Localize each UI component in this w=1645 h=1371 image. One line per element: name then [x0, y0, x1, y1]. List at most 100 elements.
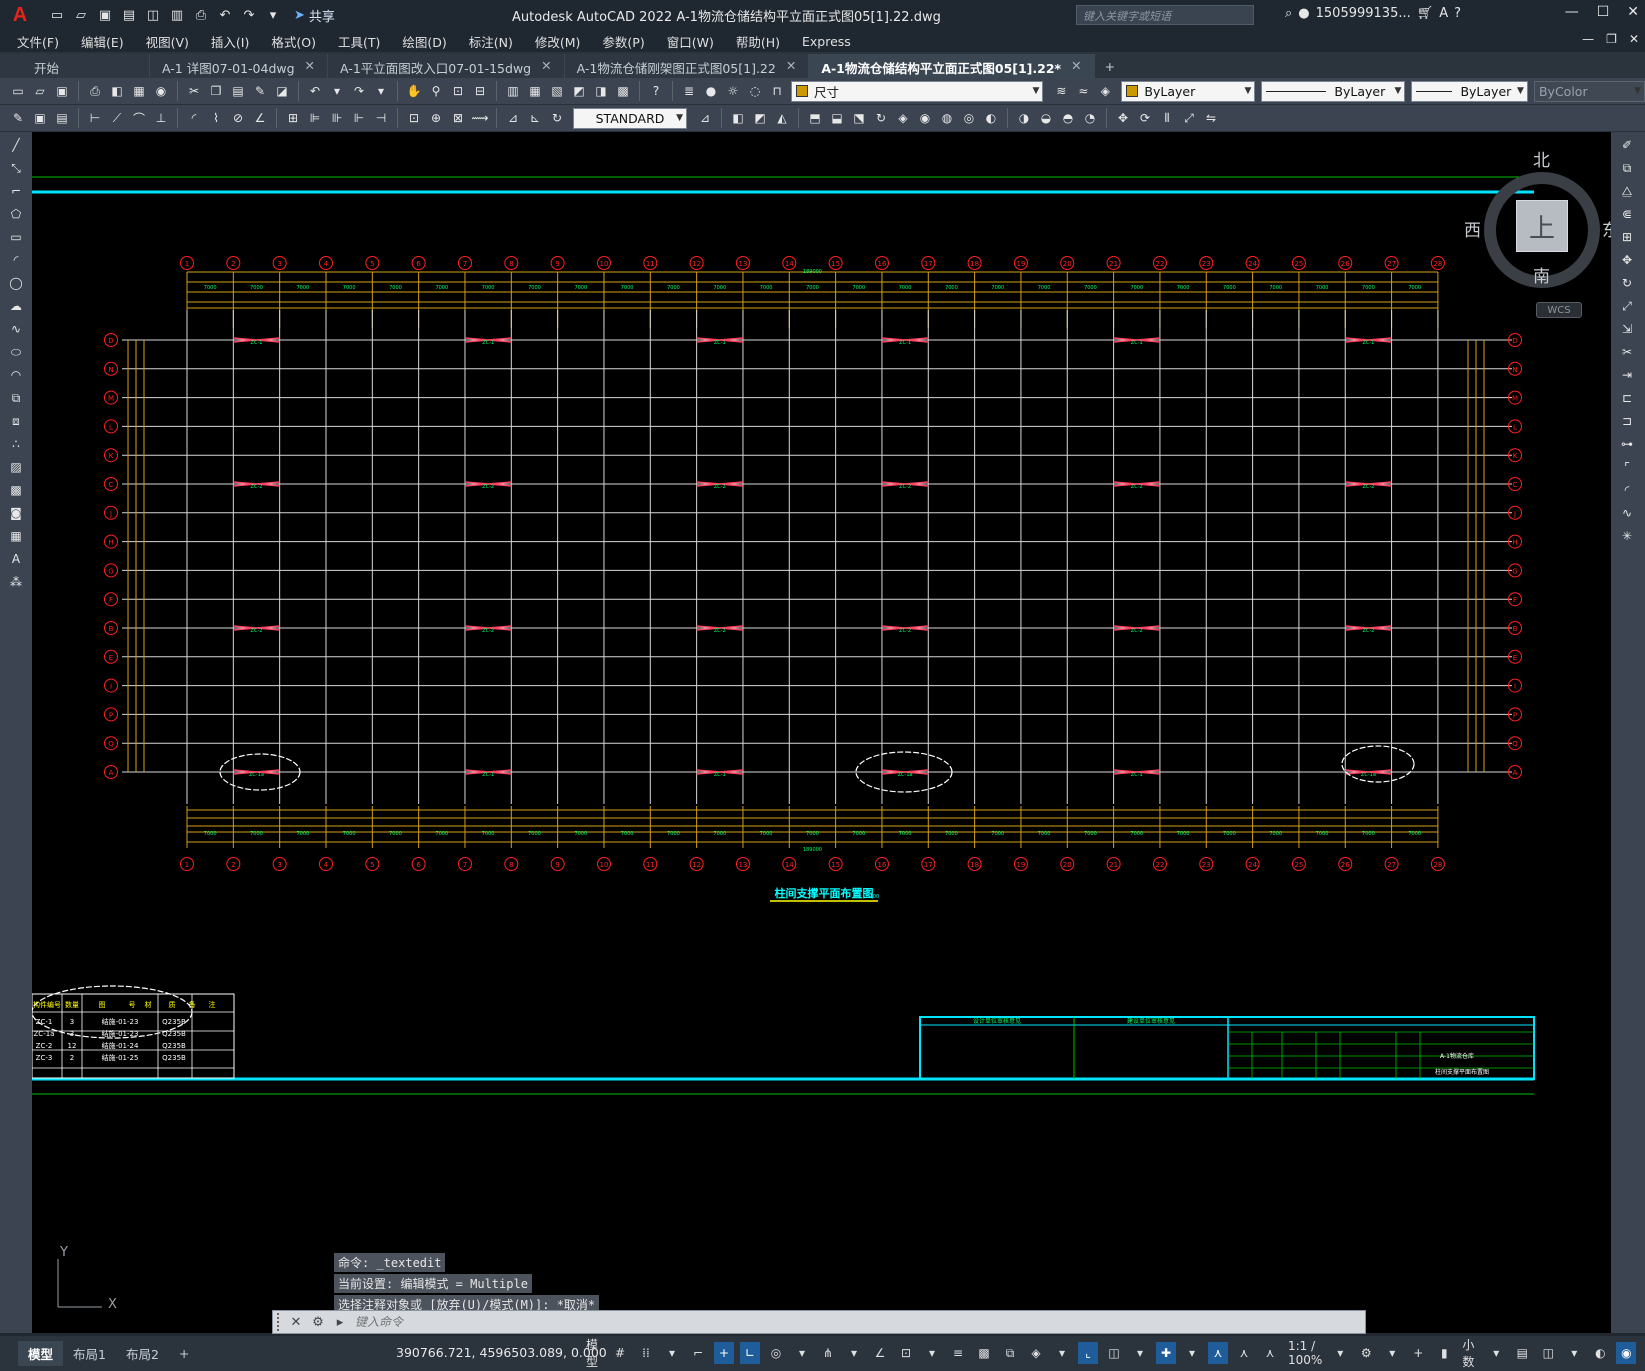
layer-match-icon[interactable]: ▤: [52, 108, 72, 128]
continue-icon[interactable]: ⊪: [327, 108, 347, 128]
multiline-text-icon[interactable]: A: [6, 549, 26, 569]
copy-object-icon[interactable]: ⧉: [1617, 158, 1637, 178]
hardware-acceleration-icon[interactable]: ◉: [1616, 1342, 1637, 1364]
layout-tab-2[interactable]: 布局2: [116, 1341, 169, 1366]
wcs-menu[interactable]: WCS: [1536, 302, 1582, 318]
subtract-icon[interactable]: ◍: [937, 108, 957, 128]
3d-osnap-dropdown-icon[interactable]: ▾: [1052, 1342, 1072, 1364]
units-value[interactable]: 小数: [1460, 1338, 1480, 1369]
redo-icon[interactable]: ↷: [240, 6, 258, 24]
isolate-objects-icon[interactable]: ◐: [1590, 1342, 1610, 1364]
new-icon[interactable]: ▭: [48, 6, 66, 24]
save-icon[interactable]: ▣: [96, 6, 114, 24]
object-snap-icon[interactable]: ⊡: [896, 1342, 916, 1364]
filter-dropdown-icon[interactable]: ▾: [1130, 1342, 1150, 1364]
break-icon[interactable]: ⊣: [371, 108, 391, 128]
layer-unlock-icon[interactable]: ⊓: [767, 81, 787, 101]
cart-icon[interactable]: 🛒︎: [1417, 6, 1434, 21]
jogged-icon[interactable]: ⌇: [206, 108, 226, 128]
coordinate-readout[interactable]: 390766.721, 4596503.089, 0.000: [396, 1345, 607, 1360]
quick-properties-icon[interactable]: ▤: [1512, 1342, 1532, 1364]
edit-icon[interactable]: ✎: [8, 108, 28, 128]
help-icon[interactable]: ?: [1454, 6, 1461, 21]
units-icon[interactable]: ▮: [1434, 1342, 1454, 1364]
dimension-edit-icon[interactable]: ⊿: [503, 108, 523, 128]
break-at-point-icon[interactable]: ⊏: [1617, 388, 1637, 408]
arc-length-icon[interactable]: ⌒: [129, 108, 149, 128]
zoom-window-icon[interactable]: ⊡: [448, 81, 468, 101]
ortho-icon[interactable]: ∟: [740, 1342, 760, 1364]
layer-dropdown[interactable]: 尺寸 ▼: [791, 80, 1044, 102]
doc-close-icon[interactable]: ✕: [1629, 32, 1639, 46]
compass-north[interactable]: 北: [1533, 146, 1550, 171]
array-icon[interactable]: ⊞: [1617, 227, 1637, 247]
web-mobile-icon[interactable]: ◫: [144, 6, 162, 24]
mirror-icon[interactable]: ⧋: [1617, 181, 1637, 201]
open-icon[interactable]: ▱: [72, 6, 90, 24]
polar-tracking-icon[interactable]: ◎: [766, 1342, 786, 1364]
zoom-previous-icon[interactable]: ⊟: [470, 81, 490, 101]
menu-file[interactable]: 文件(F): [6, 32, 70, 51]
zoom-realtime-icon[interactable]: ⚲: [426, 81, 446, 101]
quick-dimension-icon[interactable]: ⊞: [283, 108, 303, 128]
properties-icon[interactable]: ▥: [503, 81, 523, 101]
hatch-icon[interactable]: ▨: [6, 457, 26, 477]
add-layout-button[interactable]: +: [169, 1343, 199, 1364]
menu-modify[interactable]: 修改(M): [524, 32, 592, 51]
help-icon[interactable]: ?: [646, 81, 666, 101]
offset-icon[interactable]: ⋐: [1617, 204, 1637, 224]
menu-insert[interactable]: 插入(I): [200, 32, 260, 51]
loft-icon[interactable]: ◈: [893, 108, 913, 128]
undo-icon[interactable]: ↶: [305, 81, 325, 101]
ellipse-arc-icon[interactable]: ◠: [6, 365, 26, 385]
spline-icon[interactable]: ∿: [6, 319, 26, 339]
center-mark-icon[interactable]: ⊕: [426, 108, 446, 128]
dimension-text-edit-icon[interactable]: ⊾: [525, 108, 545, 128]
linear-dimension-icon[interactable]: ⊢: [85, 108, 105, 128]
layer-on-icon[interactable]: ●: [701, 81, 721, 101]
sweep-icon[interactable]: ⬔: [849, 108, 869, 128]
close-command-icon[interactable]: ✕: [285, 1315, 307, 1330]
plot-icon[interactable]: ⎙: [85, 81, 105, 101]
rectangle-icon[interactable]: ▭: [6, 227, 26, 247]
compass-south[interactable]: 南: [1533, 262, 1550, 287]
thicken-icon[interactable]: ◒: [1036, 108, 1056, 128]
publish-icon[interactable]: ▦: [129, 81, 149, 101]
angular-icon[interactable]: ∠: [250, 108, 270, 128]
dimension-style-icon[interactable]: ⊿: [695, 108, 715, 128]
gizmo-dropdown-icon[interactable]: ▾: [1182, 1342, 1202, 1364]
make-block-icon[interactable]: ⧈: [6, 411, 26, 431]
tolerance-icon[interactable]: ⊡: [404, 108, 424, 128]
export-icon[interactable]: ▥: [168, 6, 186, 24]
tab-start[interactable]: 开始: [0, 54, 150, 78]
layer-viewport-icon[interactable]: ◌: [745, 81, 765, 101]
annotation-monitor-icon[interactable]: +: [1408, 1342, 1428, 1364]
block-editor-icon[interactable]: ◪: [272, 81, 292, 101]
baseline-icon[interactable]: ⊫: [305, 108, 325, 128]
rotate-icon[interactable]: ↻: [1617, 273, 1637, 293]
pan-icon[interactable]: ✋: [404, 81, 424, 101]
box-icon[interactable]: ◧: [728, 108, 748, 128]
circle-icon[interactable]: ◯: [6, 273, 26, 293]
selection-cycling-icon[interactable]: ⧉: [1000, 1342, 1020, 1364]
polar-dropdown-icon[interactable]: ▾: [792, 1342, 812, 1364]
polygon-icon[interactable]: ⬠: [6, 204, 26, 224]
revision-cloud-icon[interactable]: ☁: [6, 296, 26, 316]
units-dropdown-icon[interactable]: ▾: [1486, 1342, 1506, 1364]
scale-icon[interactable]: ⤢: [1617, 296, 1637, 316]
tab-frame-drawing[interactable]: A-1物流仓储刚架图正式图05[1].22 ✕: [564, 54, 810, 78]
explode-icon[interactable]: ✳: [1617, 526, 1637, 546]
plot-icon[interactable]: ⎙: [192, 6, 210, 24]
layer-walk-icon[interactable]: ▣: [30, 108, 50, 128]
minimize-icon[interactable]: —: [1565, 4, 1579, 20]
annotation-visibility-icon[interactable]: ⋏: [1208, 1342, 1228, 1364]
new-icon[interactable]: ▭: [8, 81, 28, 101]
color-dropdown[interactable]: ByLayer ▼: [1121, 80, 1256, 102]
3d-osnap-icon[interactable]: ◈: [1026, 1342, 1046, 1364]
presspull-icon[interactable]: ⬓: [827, 108, 847, 128]
recent-commands-icon[interactable]: ▸: [329, 1315, 351, 1330]
arc-icon[interactable]: ◜: [6, 250, 26, 270]
scale-dropdown-icon[interactable]: ▾: [1330, 1342, 1350, 1364]
search-icon[interactable]: ⌕: [1285, 6, 1292, 21]
add-selected-icon[interactable]: ⁂: [6, 572, 26, 592]
